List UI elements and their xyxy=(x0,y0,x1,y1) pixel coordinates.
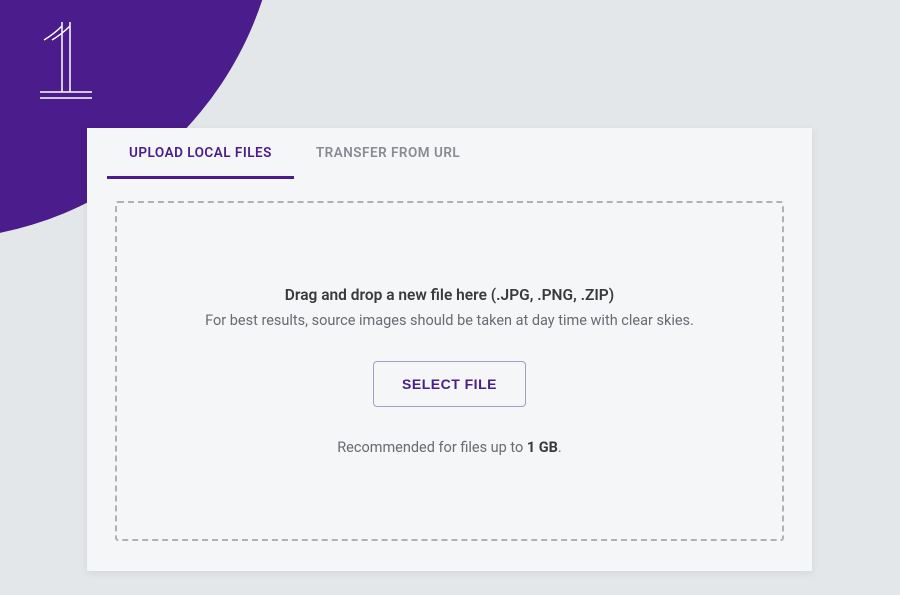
tab-transfer-url[interactable]: TRANSFER FROM URL xyxy=(294,128,482,179)
upload-card: UPLOAD LOCAL FILES TRANSFER FROM URL Dra… xyxy=(87,128,812,571)
tabs-bar: UPLOAD LOCAL FILES TRANSFER FROM URL xyxy=(87,128,812,179)
dropzone-heading: Drag and drop a new file here (.JPG, .PN… xyxy=(285,286,614,304)
tab-upload-local[interactable]: UPLOAD LOCAL FILES xyxy=(107,128,294,179)
dropzone-footer: Recommended for files up to 1 GB. xyxy=(337,439,562,456)
footer-limit: 1 GB xyxy=(527,439,558,456)
file-dropzone[interactable]: Drag and drop a new file here (.JPG, .PN… xyxy=(115,201,784,541)
select-file-button[interactable]: SELECT FILE xyxy=(373,361,526,407)
footer-prefix: Recommended for files up to xyxy=(337,439,527,456)
logo-icon xyxy=(36,22,96,102)
dropzone-subtext: For best results, source images should b… xyxy=(205,312,694,329)
footer-suffix: . xyxy=(558,439,562,456)
